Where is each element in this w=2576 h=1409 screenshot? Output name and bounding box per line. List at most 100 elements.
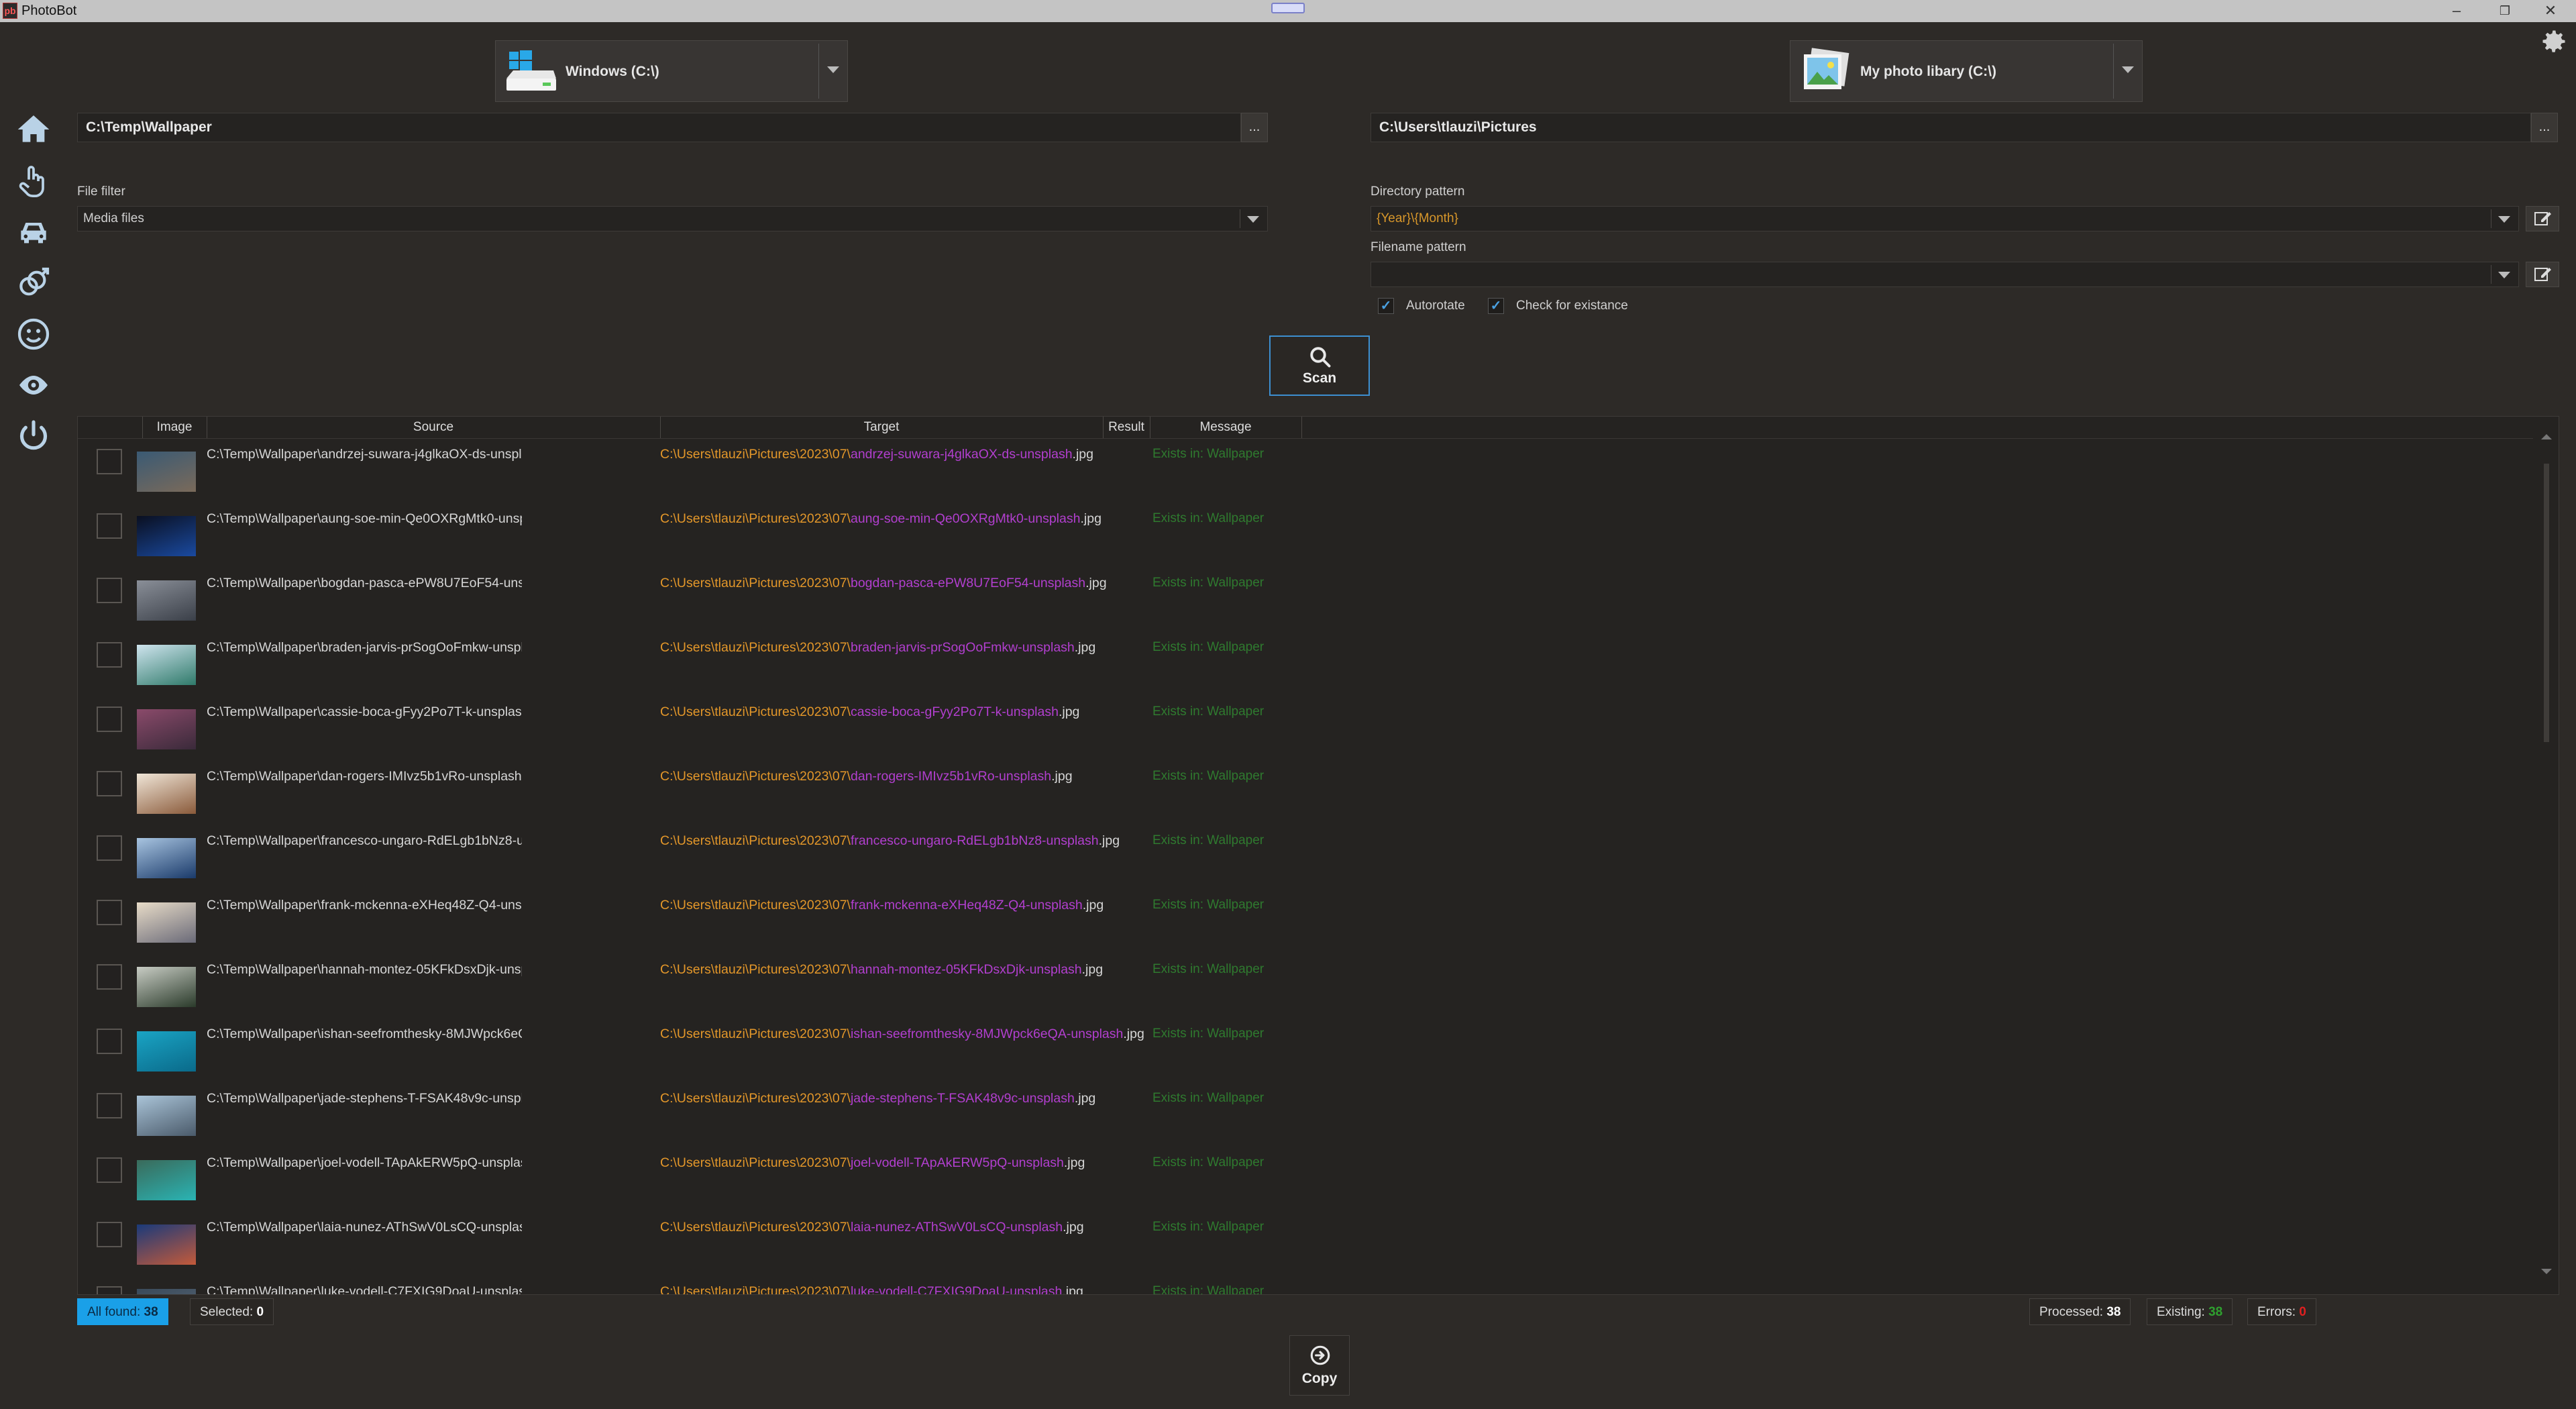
- target-path-input[interactable]: C:\Users\tlauzi\Pictures: [1371, 113, 2531, 142]
- photo-library-icon: [1799, 48, 1852, 96]
- header-select[interactable]: [78, 417, 143, 438]
- processed-label: Processed:: [2039, 1305, 2104, 1319]
- target-filename: joel-vodell-TApAkERW5pQ-unsplash: [850, 1155, 1064, 1170]
- image-thumbnail: [137, 967, 196, 1007]
- table-row[interactable]: C:\Temp\Wallpaper\laia-nunez-AThSwV0LsCQ…: [78, 1218, 2533, 1282]
- directory-pattern-value: {Year}\{Month}: [1377, 211, 1458, 225]
- eye-icon[interactable]: [15, 366, 52, 404]
- target-extension: .jpg: [1058, 704, 1080, 719]
- header-result[interactable]: Result: [1103, 417, 1150, 438]
- settings-gear-icon[interactable]: [2539, 27, 2569, 56]
- header-source[interactable]: Source: [207, 417, 661, 438]
- header-message[interactable]: Message: [1150, 417, 1302, 438]
- message-cell: Exists in: Wallpaper: [1152, 640, 1265, 654]
- home-icon[interactable]: [15, 111, 52, 148]
- file-filter-select[interactable]: Media files: [77, 206, 1268, 231]
- message-cell: Exists in: Wallpaper: [1152, 576, 1265, 590]
- table-row[interactable]: C:\Temp\Wallpaper\luke-vodell-C7FXIG9Doa…: [78, 1282, 2533, 1295]
- header-target[interactable]: Target: [660, 417, 1104, 438]
- message-cell: Exists in: Wallpaper: [1152, 962, 1265, 976]
- check-existance-checkbox[interactable]: ✓: [1488, 298, 1504, 314]
- row-checkbox[interactable]: [97, 642, 122, 668]
- source-drive-selector[interactable]: Windows (C:\): [495, 40, 848, 102]
- target-filename: jade-stephens-T-FSAK48v9c-unsplash: [850, 1091, 1075, 1106]
- table-row[interactable]: C:\Temp\Wallpaper\bogdan-pasca-ePW8U7EoF…: [78, 574, 2533, 638]
- row-checkbox[interactable]: [97, 1029, 122, 1054]
- row-checkbox[interactable]: [97, 513, 122, 539]
- target-cell: C:\Users\tlauzi\Pictures\2023\07\dan-rog…: [660, 767, 1183, 786]
- table-row[interactable]: C:\Temp\Wallpaper\aung-soe-min-Qe0OXRgMt…: [78, 509, 2533, 574]
- target-browse-button[interactable]: ...: [2531, 113, 2558, 142]
- target-extension: .jpg: [1123, 1027, 1144, 1041]
- source-cell: C:\Temp\Wallpaper\laia-nunez-AThSwV0LsCQ…: [207, 1220, 522, 1235]
- filename-pattern-select[interactable]: [1371, 262, 2519, 287]
- table-row[interactable]: C:\Temp\Wallpaper\dan-rogers-IMIvz5b1vRo…: [78, 767, 2533, 831]
- row-checkbox[interactable]: [97, 835, 122, 861]
- edit-directory-pattern-button[interactable]: [2526, 206, 2559, 231]
- message-cell: Exists in: Wallpaper: [1152, 1091, 1265, 1105]
- image-thumbnail: [137, 838, 196, 878]
- gender-icon[interactable]: [15, 264, 52, 302]
- results-table[interactable]: Image Source Target Result Message C:\Te…: [77, 416, 2559, 1295]
- car-icon[interactable]: [15, 213, 52, 251]
- row-checkbox[interactable]: [97, 1157, 122, 1183]
- message-cell: Exists in: Wallpaper: [1152, 704, 1265, 719]
- row-checkbox[interactable]: [97, 1222, 122, 1247]
- scan-button[interactable]: Scan: [1269, 335, 1370, 396]
- table-row[interactable]: C:\Temp\Wallpaper\jade-stephens-T-FSAK48…: [78, 1089, 2533, 1153]
- target-extension: .jpg: [1082, 898, 1104, 912]
- row-checkbox[interactable]: [97, 771, 122, 796]
- row-checkbox[interactable]: [97, 1286, 122, 1294]
- hand-pointer-icon[interactable]: [15, 162, 52, 200]
- scroll-up-icon[interactable]: [2541, 434, 2552, 439]
- copy-button[interactable]: Copy: [1289, 1335, 1350, 1396]
- target-cell: C:\Users\tlauzi\Pictures\2023\07\ishan-s…: [660, 1025, 1183, 1043]
- scroll-down-icon[interactable]: [2541, 1269, 2552, 1274]
- row-checkbox[interactable]: [97, 964, 122, 990]
- table-row[interactable]: C:\Temp\Wallpaper\hannah-montez-05KFkDsx…: [78, 960, 2533, 1025]
- title-bar[interactable]: pb PhotoBot – ❐ ✕: [0, 0, 2576, 22]
- directory-pattern-select[interactable]: {Year}\{Month}: [1371, 206, 2519, 231]
- target-dir: C:\Users\tlauzi\Pictures\2023\07\: [660, 1284, 851, 1295]
- table-row[interactable]: C:\Temp\Wallpaper\ishan-seefromthesky-8M…: [78, 1025, 2533, 1089]
- target-cell: C:\Users\tlauzi\Pictures\2023\07\frances…: [660, 831, 1183, 850]
- selected-value: 0: [256, 1305, 264, 1319]
- autorotate-label: Autorotate: [1406, 299, 1465, 313]
- table-row[interactable]: C:\Temp\Wallpaper\andrzej-suwara-j4glkaO…: [78, 445, 2533, 509]
- message-cell: Exists in: Wallpaper: [1152, 769, 1265, 783]
- close-button[interactable]: ✕: [2536, 1, 2565, 20]
- smiley-icon[interactable]: [15, 315, 52, 353]
- row-checkbox[interactable]: [97, 449, 122, 474]
- row-checkbox[interactable]: [97, 578, 122, 603]
- autorotate-checkbox[interactable]: ✓: [1378, 298, 1394, 314]
- source-browse-button[interactable]: ...: [1241, 113, 1268, 142]
- table-row[interactable]: C:\Temp\Wallpaper\braden-jarvis-prSogOoF…: [78, 638, 2533, 702]
- target-drive-selector[interactable]: My photo libary (C:\): [1790, 40, 2143, 102]
- target-dir: C:\Users\tlauzi\Pictures\2023\07\: [660, 576, 851, 590]
- table-row[interactable]: C:\Temp\Wallpaper\cassie-boca-gFyy2Po7T-…: [78, 702, 2533, 767]
- edit-filename-pattern-button[interactable]: [2526, 262, 2559, 287]
- source-path-input[interactable]: C:\Temp\Wallpaper: [77, 113, 1241, 142]
- edit-icon: [2534, 268, 2551, 281]
- row-checkbox[interactable]: [97, 900, 122, 925]
- scrollbar-thumb[interactable]: [2544, 464, 2549, 742]
- target-filename: ishan-seefromthesky-8MJWpck6eQA-unsplash: [850, 1027, 1124, 1041]
- minimize-button[interactable]: –: [2442, 1, 2471, 20]
- file-filter-value: Media files: [83, 211, 144, 225]
- row-checkbox[interactable]: [97, 1093, 122, 1118]
- search-icon: [1310, 347, 1331, 368]
- selected-badge: Selected: 0: [190, 1298, 274, 1325]
- power-icon[interactable]: [15, 417, 52, 455]
- target-cell: C:\Users\tlauzi\Pictures\2023\07\aung-so…: [660, 509, 1183, 528]
- all-found-label: All found:: [87, 1305, 141, 1319]
- table-row[interactable]: C:\Temp\Wallpaper\joel-vodell-TApAkERW5p…: [78, 1153, 2533, 1218]
- source-cell: C:\Temp\Wallpaper\luke-vodell-C7FXIG9Doa…: [207, 1284, 522, 1295]
- copy-label: Copy: [1301, 1371, 1338, 1386]
- title-drag-grip[interactable]: [1271, 3, 1305, 13]
- header-image[interactable]: Image: [142, 417, 207, 438]
- vertical-scrollbar[interactable]: [2538, 430, 2555, 1282]
- table-row[interactable]: C:\Temp\Wallpaper\frank-mckenna-eXHeq48Z…: [78, 896, 2533, 960]
- table-row[interactable]: C:\Temp\Wallpaper\francesco-ungaro-RdELg…: [78, 831, 2533, 896]
- restore-button[interactable]: ❐: [2490, 1, 2520, 20]
- row-checkbox[interactable]: [97, 707, 122, 732]
